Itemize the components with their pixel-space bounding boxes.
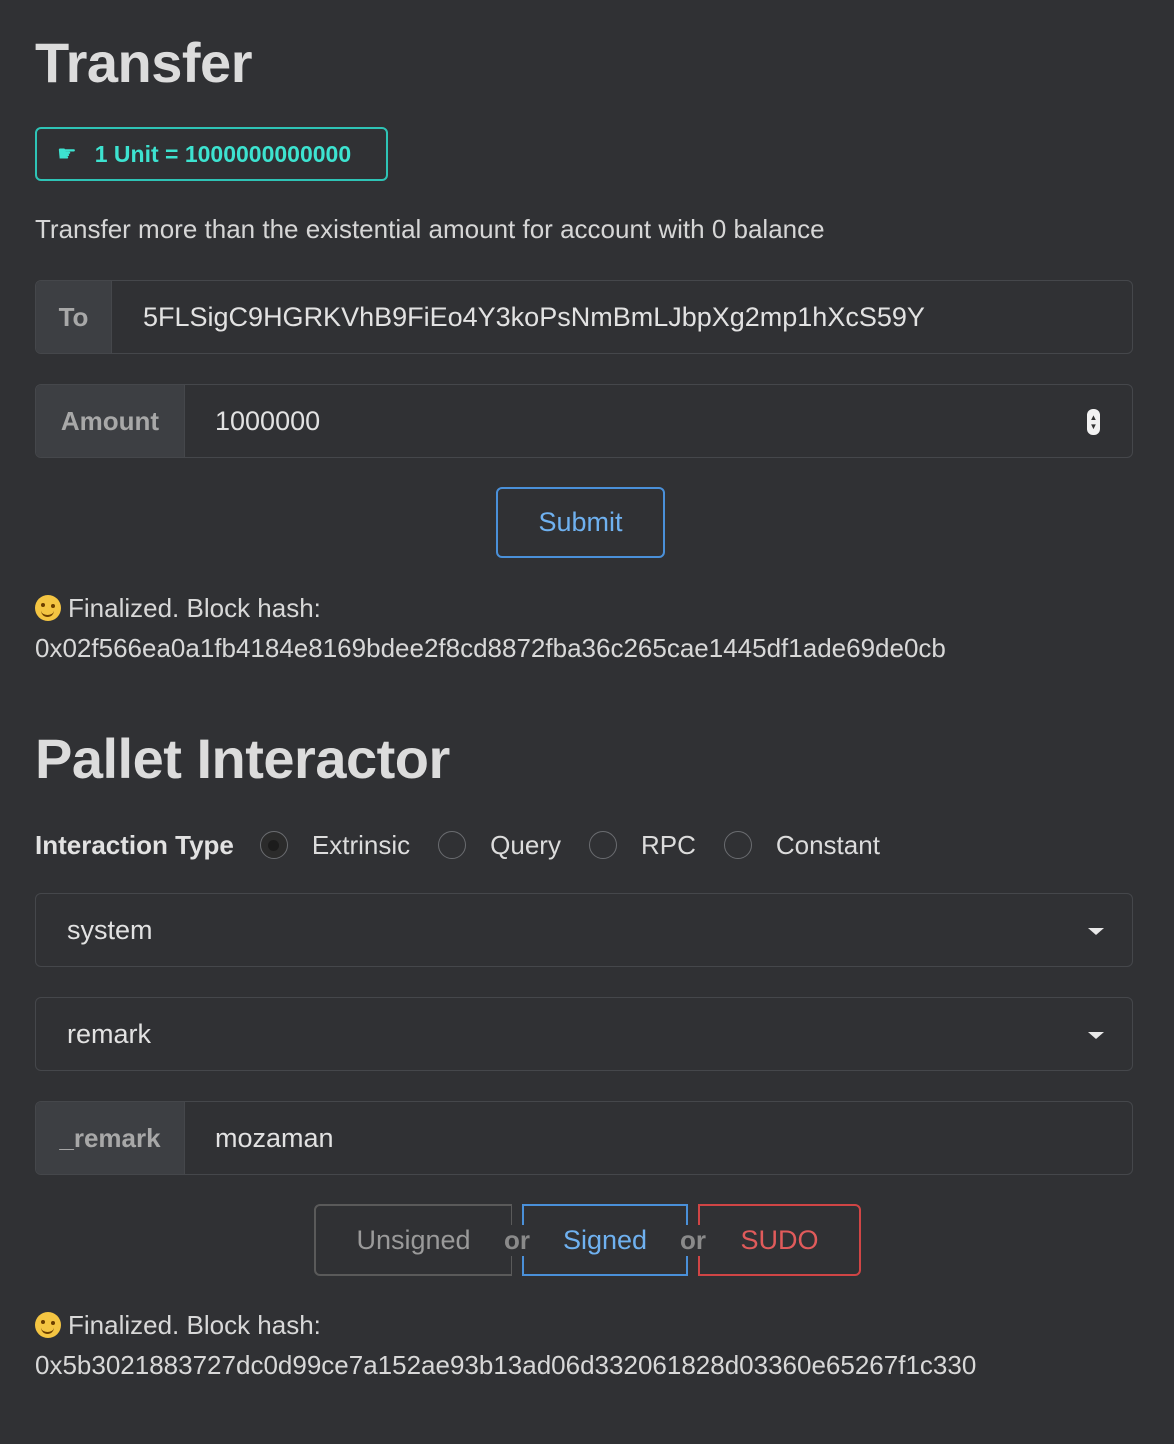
transfer-status: Finalized. Block hash: 0x02f566ea0a1fb41… — [35, 588, 946, 668]
unit-badge-text: 1 Unit = 1000000000000 — [94, 140, 352, 167]
winking-face-icon — [35, 1312, 61, 1338]
pallet-status-text: Finalized. Block hash: — [68, 1310, 321, 1340]
pallet-status: Finalized. Block hash: 0x5b3021883727dc0… — [35, 1305, 976, 1385]
amount-field: Amount 1000000 ▲ ▼ — [35, 384, 1133, 458]
or-divider: or — [675, 1204, 711, 1276]
sudo-button[interactable]: SUDO — [698, 1204, 861, 1276]
radio-extrinsic-label[interactable]: Extrinsic — [312, 830, 410, 861]
transfer-note: Transfer more than the existential amoun… — [35, 214, 825, 244]
interaction-type-group: Interaction Type Extrinsic Query RPC Con… — [35, 822, 908, 868]
to-label: To — [36, 281, 112, 353]
or-divider: or — [499, 1204, 535, 1276]
radio-extrinsic[interactable] — [259, 831, 288, 859]
radio-rpc-label[interactable]: RPC — [641, 830, 696, 861]
pallet-title: Pallet Interactor — [35, 727, 450, 790]
interaction-type-label: Interaction Type — [35, 829, 234, 860]
pallet-select-value: system — [67, 914, 153, 945]
radio-query[interactable] — [438, 831, 467, 859]
chevron-down-icon — [1088, 1032, 1104, 1039]
signed-button[interactable]: Signed — [522, 1204, 688, 1276]
transfer-title: Transfer — [35, 31, 253, 94]
pallet-select[interactable]: system — [35, 893, 1133, 967]
submit-button[interactable]: Submit — [496, 487, 665, 558]
radio-constant[interactable] — [723, 831, 752, 859]
callable-select-value: remark — [67, 1018, 152, 1049]
remark-label: _remark — [36, 1102, 185, 1174]
remark-field: _remark mozaman — [35, 1101, 1133, 1175]
amount-input[interactable]: 1000000 ▲ ▼ — [185, 385, 1132, 457]
transfer-status-text: Finalized. Block hash: — [68, 593, 321, 623]
chevron-down-icon — [1088, 928, 1104, 935]
radio-constant-label[interactable]: Constant — [776, 830, 880, 861]
pallet-block-hash: 0x5b3021883727dc0d99ce7a152ae93b13ad06d3… — [35, 1350, 977, 1380]
remark-input[interactable]: mozaman — [185, 1102, 1132, 1174]
radio-rpc[interactable] — [588, 831, 617, 859]
unit-badge: ☛ 1 Unit = 1000000000000 — [35, 127, 388, 181]
amount-label: Amount — [36, 385, 185, 457]
radio-query-label[interactable]: Query — [490, 830, 561, 861]
callable-select[interactable]: remark — [35, 997, 1133, 1071]
winking-face-icon — [35, 595, 61, 621]
to-field: To 5FLSigC9HGRKVhB9FiEo4Y3koPsNmBmLJbpXg… — [35, 280, 1133, 354]
to-input[interactable]: 5FLSigC9HGRKVhB9FiEo4Y3koPsNmBmLJbpXg2mp… — [112, 281, 1132, 353]
number-spinner-icon[interactable]: ▲ ▼ — [1087, 409, 1100, 435]
transfer-block-hash: 0x02f566ea0a1fb4184e8169bdee2f8cd8872fba… — [35, 633, 946, 663]
amount-value: 1000000 — [215, 405, 321, 436]
hand-point-right-icon: ☛ — [57, 141, 77, 166]
unsigned-button[interactable]: Unsigned — [314, 1204, 512, 1276]
tx-button-group: Unsigned or Signed or SUDO — [314, 1204, 861, 1276]
